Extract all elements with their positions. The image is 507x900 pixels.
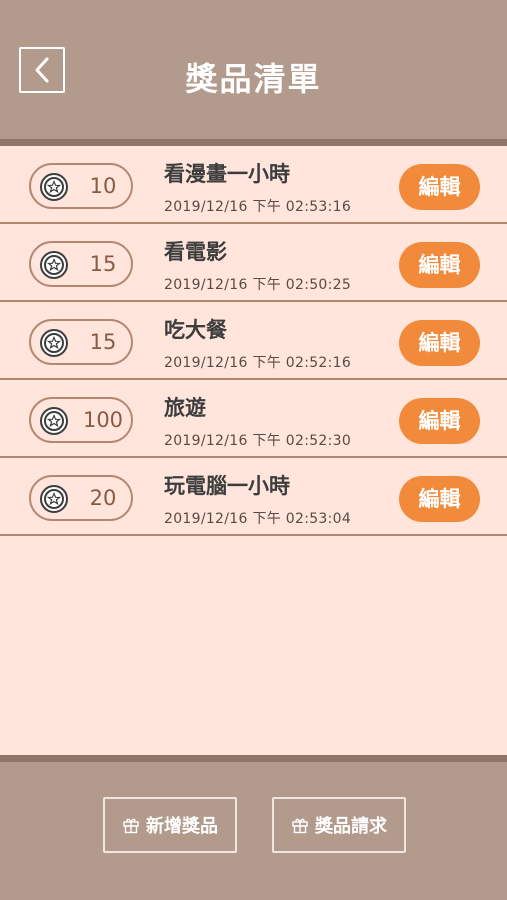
prize-row: 20 玩電腦一小時 2019/12/16 下午 02:53:04 編輯 <box>0 458 507 536</box>
header-divider <box>0 139 507 146</box>
points-badge: 10 <box>29 163 133 209</box>
edit-button[interactable]: 編輯 <box>399 398 480 444</box>
points-badge: 100 <box>29 397 133 443</box>
prize-request-button[interactable]: 獎品請求 <box>272 797 406 853</box>
gift-icon <box>292 818 308 834</box>
footer-bar: 新增獎品 獎品請求 <box>0 762 507 900</box>
points-value: 100 <box>82 408 124 432</box>
page-title: 獎品清單 <box>185 60 322 98</box>
coin-icon <box>40 329 68 357</box>
gift-icon <box>123 818 139 834</box>
prize-timestamp: 2019/12/16 下午 02:53:04 <box>164 511 352 527</box>
points-value: 15 <box>89 252 117 276</box>
prize-row: 10 看漫畫一小時 2019/12/16 下午 02:53:16 編輯 <box>0 146 507 224</box>
header-bar: 獎品清單 <box>0 0 507 139</box>
prize-list: 10 看漫畫一小時 2019/12/16 下午 02:53:16 編輯 15 看… <box>0 146 507 536</box>
prize-timestamp: 2019/12/16 下午 02:53:16 <box>164 199 352 215</box>
prize-name: 看電影 <box>164 240 227 264</box>
prize-row: 15 看電影 2019/12/16 下午 02:50:25 編輯 <box>0 224 507 302</box>
coin-icon <box>40 173 68 201</box>
points-badge: 15 <box>29 241 133 287</box>
prize-row: 15 吃大餐 2019/12/16 下午 02:52:16 編輯 <box>0 302 507 380</box>
add-prize-button[interactable]: 新增獎品 <box>103 797 237 853</box>
prize-name: 看漫畫一小時 <box>164 162 290 186</box>
coin-icon <box>40 251 68 279</box>
points-value: 20 <box>89 486 117 510</box>
prize-row: 100 旅遊 2019/12/16 下午 02:52:30 編輯 <box>0 380 507 458</box>
edit-button[interactable]: 編輯 <box>399 242 480 288</box>
add-prize-label: 新增獎品 <box>146 816 218 837</box>
prize-timestamp: 2019/12/16 下午 02:52:16 <box>164 355 352 371</box>
prize-timestamp: 2019/12/16 下午 02:50:25 <box>164 277 352 293</box>
points-badge: 15 <box>29 319 133 365</box>
coin-icon <box>40 485 68 513</box>
prize-name: 玩電腦一小時 <box>164 474 290 498</box>
prize-request-label: 獎品請求 <box>315 816 387 837</box>
prize-name: 吃大餐 <box>164 318 227 342</box>
coin-icon <box>40 407 68 435</box>
prize-timestamp: 2019/12/16 下午 02:52:30 <box>164 433 352 449</box>
edit-button[interactable]: 編輯 <box>399 320 480 366</box>
points-value: 15 <box>89 330 117 354</box>
footer-divider <box>0 755 507 762</box>
edit-button[interactable]: 編輯 <box>399 164 480 210</box>
points-badge: 20 <box>29 475 133 521</box>
points-value: 10 <box>89 174 117 198</box>
prize-name: 旅遊 <box>164 396 206 420</box>
edit-button[interactable]: 編輯 <box>399 476 480 522</box>
